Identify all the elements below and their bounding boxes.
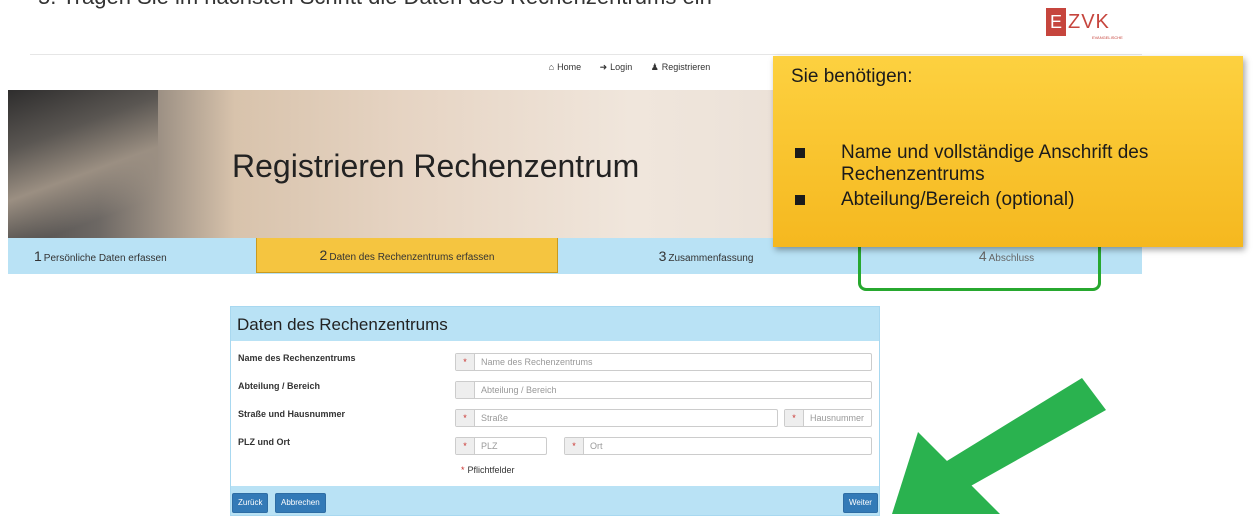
cancel-button[interactable]: Abbrechen: [275, 493, 326, 513]
step-3-label: Zusammenfassung: [668, 253, 754, 264]
login-icon: ➜: [599, 62, 608, 72]
nav-register[interactable]: ♟ Registrieren: [651, 62, 711, 72]
home-icon: ⌂: [548, 62, 555, 72]
callout-bullet-text: Name und vollständige Anschrift des Rech…: [841, 142, 1149, 185]
logo-mark: E: [1046, 8, 1066, 36]
required-marker: *: [456, 410, 475, 426]
city-placeholder: Ort: [590, 441, 603, 451]
department-placeholder: Abteilung / Bereich: [481, 385, 557, 395]
callout-heading: Sie benötigen:: [791, 66, 913, 87]
step-2-active: 2 Daten des Rechenzentrums erfassen: [256, 238, 558, 273]
name-input[interactable]: * Name des Rechenzentrums: [455, 353, 872, 371]
name-placeholder: Name des Rechenzentrums: [481, 357, 593, 367]
form-row-department: Abteilung / Bereich Abteilung / Bereich: [231, 381, 879, 405]
page-title: Registrieren Rechenzentrum: [232, 148, 640, 184]
nav-home[interactable]: ⌂ Home: [549, 62, 581, 72]
form-row-name: Name des Rechenzentrums * Name des Reche…: [231, 353, 879, 377]
required-star: *: [461, 465, 465, 475]
form-title: Daten des Rechenzentrums: [237, 315, 448, 334]
house-number-placeholder: Hausnummer: [810, 413, 865, 423]
step-1-number: 1: [34, 248, 42, 264]
required-marker: *: [565, 438, 584, 454]
city-input[interactable]: * Ort: [564, 437, 872, 455]
form-row-street: Straße und Hausnummer * Straße * Hausnum…: [231, 409, 879, 433]
step-4-highlight-frame: [858, 242, 1101, 291]
nav-login-label: Login: [610, 62, 633, 72]
form-header: Daten des Rechenzentrums: [231, 307, 879, 341]
nav-register-label: Registrieren: [661, 62, 711, 72]
divider: [30, 54, 1142, 55]
label-name: Name des Rechenzentrums: [238, 353, 356, 363]
street-placeholder: Straße: [481, 413, 509, 423]
zip-placeholder: PLZ: [481, 441, 498, 451]
step-1-label: Persönliche Daten erfassen: [43, 253, 167, 264]
slide-heading: 5. Tragen Sie im nächsten Schritt die Da…: [38, 0, 712, 10]
required-marker: *: [456, 438, 475, 454]
hero-image: [8, 90, 158, 238]
ezvk-logo: E ZVK EVANGELISCHE: [1046, 8, 1123, 40]
step-1: 1 Persönliche Daten erfassen: [34, 238, 167, 274]
logo-text: ZVK: [1068, 11, 1110, 33]
next-button[interactable]: Weiter: [843, 493, 878, 513]
label-street: Straße und Hausnummer: [238, 409, 346, 419]
logo-subtext: EVANGELISCHE: [1092, 35, 1123, 40]
zip-input[interactable]: * PLZ: [455, 437, 547, 455]
bullet-square-icon: [795, 195, 805, 205]
form-footer: Zurück Abbrechen Weiter: [231, 486, 879, 515]
required-note-text: Pflichtfelder: [467, 465, 515, 475]
step-2-number: 2: [319, 247, 328, 263]
info-callout: Sie benötigen: Name und vollständige Ans…: [773, 56, 1243, 247]
step-2-label: Daten des Rechenzentrums erfassen: [329, 252, 495, 263]
label-department: Abteilung / Bereich: [238, 381, 321, 391]
required-note: * Pflichtfelder: [461, 465, 515, 475]
step-3-number: 3: [658, 248, 667, 264]
house-number-input[interactable]: * Hausnummer: [784, 409, 872, 427]
green-arrow-icon: [892, 378, 1106, 514]
required-marker: *: [785, 410, 804, 426]
arrow-shaft: [942, 378, 1106, 492]
nav-login[interactable]: ➜ Login: [600, 62, 633, 72]
callout-bullet-text: Abteilung/Bereich (optional): [841, 189, 1075, 210]
form-row-city: PLZ und Ort * PLZ * Ort: [231, 437, 879, 461]
data-center-form: Daten des Rechenzentrums Name des Rechen…: [230, 306, 880, 516]
back-button[interactable]: Zurück: [232, 493, 269, 513]
nav-home-label: Home: [557, 62, 582, 72]
bullet-square-icon: [795, 148, 805, 158]
optional-marker: [456, 382, 475, 398]
required-marker: *: [456, 354, 475, 370]
street-input[interactable]: * Straße: [455, 409, 778, 427]
label-city: PLZ und Ort: [238, 437, 290, 447]
department-input[interactable]: Abteilung / Bereich: [455, 381, 872, 399]
register-icon: ♟: [650, 62, 659, 72]
